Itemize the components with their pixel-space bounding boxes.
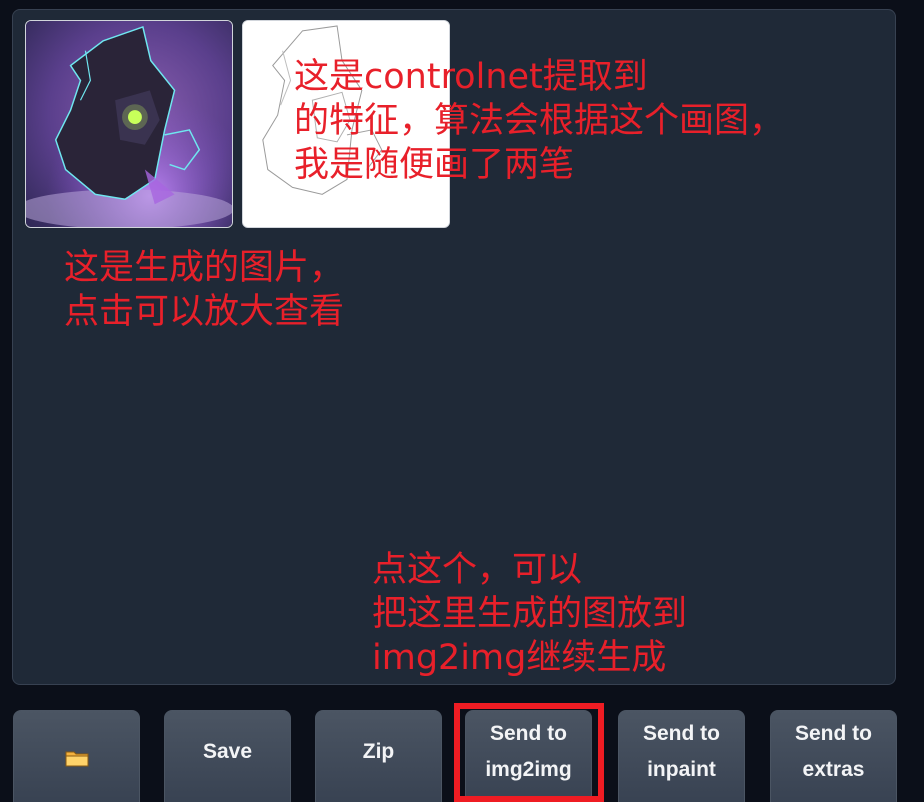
send-to-inpaint-button[interactable]: Send to inpaint — [618, 710, 745, 802]
save-button-label: Save — [202, 740, 253, 763]
save-button[interactable]: Save — [164, 710, 291, 802]
send-to-extras-button[interactable]: Send to extras — [770, 710, 897, 802]
open-folder-button[interactable] — [13, 710, 140, 802]
output-action-buttons: Save Zip Send to img2img Send to inpaint… — [0, 710, 924, 802]
folder-icon — [65, 743, 89, 767]
generated-image-annotation: 这是生成的图片， 点击可以放大查看 — [64, 248, 345, 332]
zip-button[interactable]: Zip — [315, 710, 442, 802]
send-to-img2img-annotation: 点这个，可以 把这里生成的图放到 img2img继续生成 — [372, 550, 688, 678]
send-to-inpaint-label: Send to inpaint — [643, 722, 720, 781]
controlnet-annotation: 这是controlnet提取到 的特征，算法会根据这个画图， 我是随便画了两笔 — [294, 57, 785, 185]
send-to-img2img-button[interactable]: Send to img2img — [465, 710, 592, 802]
generated-image-thumbnail[interactable] — [25, 20, 233, 228]
page: 这是controlnet提取到 的特征，算法会根据这个画图， 我是随便画了两笔 … — [0, 0, 924, 802]
output-gallery: 这是controlnet提取到 的特征，算法会根据这个画图， 我是随便画了两笔 … — [12, 9, 896, 685]
send-to-extras-label: Send to extras — [795, 722, 872, 781]
generated-image — [26, 21, 232, 227]
zip-button-label: Zip — [362, 740, 395, 763]
send-to-img2img-label: Send to img2img — [485, 722, 572, 781]
